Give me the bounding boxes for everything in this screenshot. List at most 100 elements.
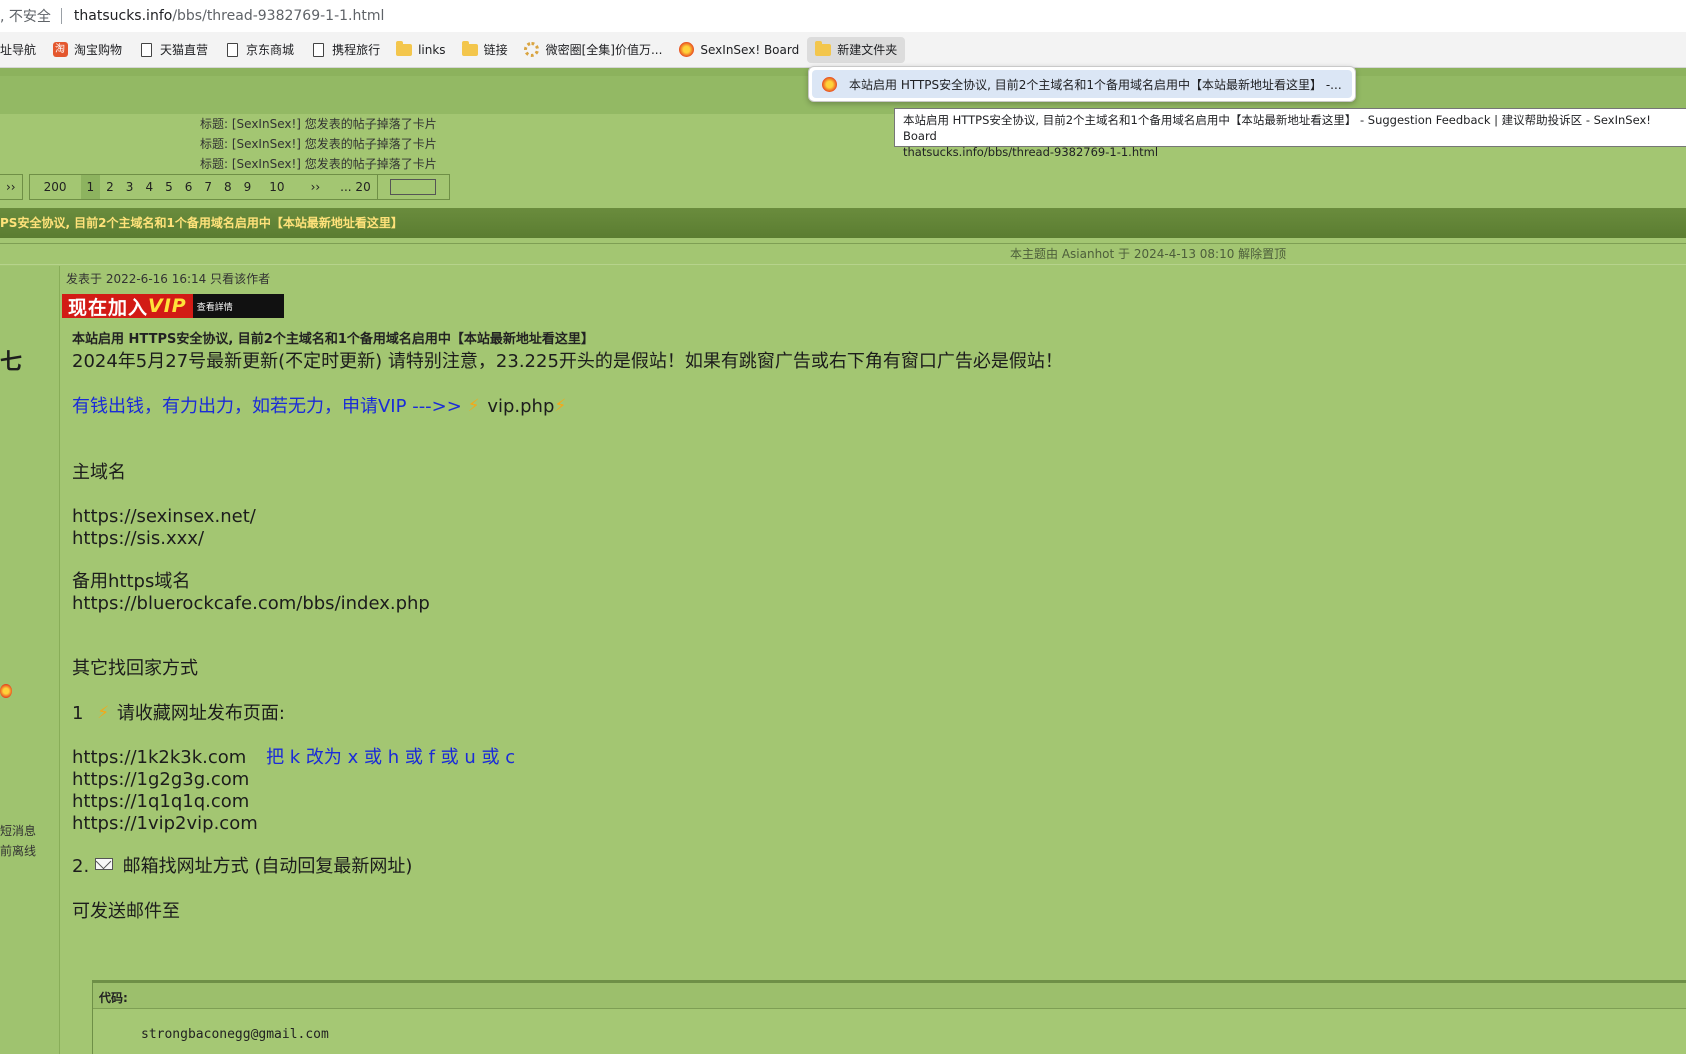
folder-icon	[815, 40, 832, 58]
backup-domain-link[interactable]: https://bluerockcafe.com/bbs/index.php	[72, 592, 430, 616]
bookmark-folder-new[interactable]: 新建文件夹	[807, 36, 906, 63]
moderation-text: 本主题由 Asianhot 于 2024-4-13 08:10 解除置顶	[1010, 247, 1287, 261]
mail-icon	[94, 858, 113, 870]
bookmark-nav[interactable]: 网址导航	[0, 37, 44, 63]
pager-page[interactable]: 2	[100, 175, 120, 199]
pager-page[interactable]: 5	[159, 175, 179, 199]
post-body: 发表于 2022-6-16 16:14 只看该作者 现在加入 VIP 查看詳情 本…	[62, 270, 1676, 922]
page-icon	[310, 42, 326, 58]
pager-page[interactable]: 3	[120, 175, 140, 199]
page-icon	[224, 42, 240, 58]
step1-text: 请收藏网址发布页面:	[116, 703, 285, 724]
main-domain-link[interactable]: https://sexinsex.net/	[72, 505, 256, 529]
publish-site-link[interactable]: https://1vip2vip.com	[72, 812, 258, 836]
bookmark-folder-lianjie[interactable]: 链接	[454, 37, 516, 63]
publish-site-line: https://1k2k3k.com 把 k 改为 x 或 h 或 f 或 u …	[72, 746, 515, 770]
vip-banner-text: 现在加入 VIP	[62, 294, 193, 318]
bookmark-weimiquan[interactable]: 微密圈[全集]价值万...	[516, 37, 671, 63]
pagination: ›› 200 1 2 3 4 5 6 7 8 9 10 ›› ... 20	[0, 174, 450, 200]
bookmark-label: 天猫直营	[160, 43, 209, 57]
author-sidebar: 七 短消息 前离线	[0, 266, 60, 1054]
bookmark-tooltip: 本站启用 HTTPS安全协议, 目前2个主域名和1个备用域名启用中【本站最新地址…	[894, 108, 1686, 159]
bookmark-tmall[interactable]: 天猫直营	[130, 37, 216, 63]
notice-link[interactable]: 标题: [SexInSex!] 您发表的帖子掉落了卡片	[200, 114, 437, 134]
bolt-icon	[554, 394, 568, 418]
pager-page-current[interactable]: 1	[80, 175, 101, 199]
folder-menu-item[interactable]: 本站启用 HTTPS安全协议, 目前2个主域名和1个备用域名启用中【本站最新地址…	[812, 70, 1352, 98]
pager-page[interactable]: 10	[257, 175, 296, 199]
vip-line: 有钱出钱，有力出力，如若无力，申请VIP --->> vip.php	[72, 394, 568, 419]
code-block: 代码: strongbaconegg@gmail.com	[92, 980, 1686, 1054]
code-block-label: 代码:	[93, 983, 1686, 1009]
tooltip-url: thatsucks.info/bbs/thread-9382769-1-1.ht…	[903, 145, 1159, 159]
notice-link[interactable]: 标题: [SexInSex!] 您发表的帖子掉落了卡片	[200, 154, 437, 174]
publish-site-link[interactable]: https://1k2k3k.com	[72, 747, 246, 768]
replace-hint: 把 k 改为 x 或 h 或 f 或 u 或 c	[266, 747, 516, 768]
pager-prev-button[interactable]: ››	[0, 174, 23, 200]
bookmark-label: 淘宝购物	[74, 43, 123, 57]
vip-banner[interactable]: 现在加入 VIP 查看詳情	[62, 294, 284, 318]
step1-line: 1 请收藏网址发布页面:	[72, 701, 285, 726]
pager-box: 200 1 2 3 4 5 6 7 8 9 10 ›› ... 20	[28, 174, 378, 200]
url-host[interactable]: thatsucks.info	[74, 8, 172, 24]
author-avatar: 七	[0, 350, 23, 375]
thread-title-bar: PS安全协议, 目前2个主域名和1个备用域名启用中【本站最新地址看这里】	[0, 208, 1686, 238]
security-indicator[interactable]: , 不安全	[0, 6, 61, 26]
bookmark-label: links	[418, 42, 446, 57]
gear-icon	[524, 42, 540, 58]
folder-icon	[396, 40, 413, 58]
pager-page[interactable]: 6	[179, 175, 199, 199]
pager-last-button[interactable]: ... 20	[334, 175, 377, 199]
moderation-line: 本主题由 Asianhot 于 2024-4-13 08:10 解除置顶	[0, 243, 1686, 265]
address-bar[interactable]: , 不安全 thatsucks.info/bbs/thread-9382769-…	[0, 0, 1686, 32]
main-domain-heading: 主域名	[72, 462, 126, 483]
main-domain-link[interactable]: https://sis.xxx/	[72, 527, 204, 551]
vip-link[interactable]: vip.php	[487, 396, 554, 417]
pager-page[interactable]: 4	[139, 175, 159, 199]
step2-text: 邮箱找网址方式 (自动回复最新网址)	[122, 856, 413, 877]
notice-link[interactable]: 标题: [SexInSex!] 您发表的帖子掉落了卡片	[200, 134, 437, 154]
step2-number: 2.	[72, 856, 90, 877]
thread-title: PS安全协议, 目前2个主域名和1个备用域名启用中【本站最新地址看这里】	[0, 216, 403, 230]
bolt-icon	[468, 394, 482, 418]
bookmarks-bar: 网址导航 淘 淘宝购物 天猫直营 京东商城 携程旅行 links 链接 微密圈[…	[0, 32, 1686, 68]
bookmark-jd[interactable]: 京东商城	[216, 37, 302, 63]
bookmark-taobao[interactable]: 淘 淘宝购物	[44, 37, 130, 63]
pager-page[interactable]: 9	[238, 175, 258, 199]
address-divider	[60, 8, 62, 24]
bookmark-label: SexInSex! Board	[700, 42, 800, 57]
bookmark-folder-links[interactable]: links	[388, 37, 453, 63]
step2-line: 2. 邮箱找网址方式 (自动回复最新网址)	[72, 855, 412, 879]
publish-site-link[interactable]: https://1g2g3g.com	[72, 768, 249, 792]
pager-page[interactable]: 8	[218, 175, 238, 199]
publish-site-link[interactable]: https://1q1q1q.com	[72, 790, 249, 814]
url-path[interactable]: /bbs/thread-9382769-1-1.html	[172, 8, 384, 24]
author-status: 前离线	[0, 844, 37, 858]
bookmark-label: 京东商城	[246, 43, 295, 57]
pager-total: 200	[43, 180, 67, 194]
pager-next-button[interactable]: ››	[297, 175, 335, 199]
update-line: 2024年5月27号最新更新(不定时更新) 请特别注意，23.225开头的是假站…	[72, 351, 1063, 372]
tooltip-title: 本站启用 HTTPS安全协议, 目前2个主域名和1个备用域名启用中【本站最新地址…	[903, 113, 1651, 143]
folder-icon	[461, 40, 478, 58]
site-icon	[678, 42, 694, 58]
bookmark-folder-menu: 本站启用 HTTPS安全协议, 目前2个主域名和1个备用域名启用中【本站最新地址…	[808, 66, 1356, 102]
bookmark-sexinsex[interactable]: SexInSex! Board	[670, 37, 807, 63]
send-pm-link[interactable]: 短消息	[0, 822, 36, 839]
bookmark-ctrip[interactable]: 携程旅行	[302, 37, 388, 63]
vip-banner-detail: 查看詳情	[196, 302, 233, 313]
pager-page[interactable]: 7	[198, 175, 218, 199]
page-jump-input[interactable]	[390, 179, 437, 195]
vip-banner-text2: VIP	[148, 295, 187, 317]
send-to-label: 可发送邮件至	[72, 901, 180, 922]
code-email[interactable]: strongbaconegg@gmail.com	[93, 1009, 1686, 1054]
vip-appeal-text: 有钱出钱，有力出力，如若无力，申请VIP --->>	[72, 396, 462, 417]
post-notice: 本站启用 HTTPS安全协议, 目前2个主域名和1个备用域名启用中【本站最新地址…	[72, 332, 594, 347]
medal-icon	[0, 684, 12, 698]
bookmark-label: 链接	[483, 43, 508, 57]
backup-domain-heading: 备用https域名	[72, 571, 191, 592]
step1-number: 1	[72, 703, 84, 724]
bolt-icon	[97, 701, 111, 725]
vip-banner-text1: 现在加入	[68, 296, 149, 319]
pager-jump	[377, 174, 450, 200]
